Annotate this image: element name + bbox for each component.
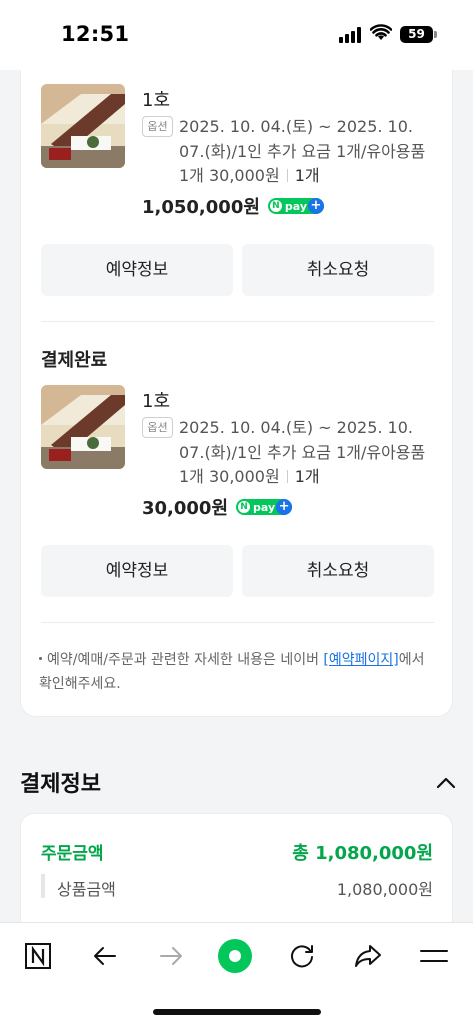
share-icon[interactable] — [350, 938, 386, 974]
room-photo-icon — [41, 385, 125, 469]
item-price: 30,000원 — [142, 498, 229, 519]
npay-label: pay — [253, 500, 276, 514]
payment-info-title: 결제정보 — [20, 772, 101, 797]
room-photo-icon — [41, 84, 125, 168]
price-row: 1,050,000원 N pay + — [142, 194, 324, 218]
bullet — [39, 657, 42, 660]
reservation-info-button[interactable]: 예약정보 — [41, 244, 233, 296]
refresh-icon[interactable] — [284, 938, 320, 974]
battery-cap — [434, 31, 437, 38]
notice-text-before: 예약/예매/주문과 관련한 자세한 내용은 네이버 — [47, 652, 324, 668]
chevron-up-icon[interactable] — [436, 776, 456, 790]
reservation-page-link[interactable]: [예약페이지] — [323, 652, 398, 668]
item-name: 1호 — [142, 391, 171, 412]
separator — [286, 470, 288, 483]
item-price: 1,050,000원 — [142, 197, 260, 218]
order-card: 1호 옵션 2025. 10. 04.(토) ~ 2025. 10. 07.(화… — [20, 70, 453, 717]
room-thumbnail[interactable] — [41, 385, 125, 469]
wifi-icon — [370, 24, 392, 40]
battery-indicator: 59 — [400, 26, 433, 43]
option-badge: 옵션 — [142, 116, 173, 137]
naver-home-icon[interactable] — [20, 938, 56, 974]
back-arrow-icon[interactable] — [87, 938, 123, 974]
npay-label: pay — [284, 199, 308, 213]
item-name: 1호 — [142, 90, 171, 111]
product-amount-value: 1,080,000원 — [336, 880, 433, 899]
option-text: 2025. 10. 04.(토) ~ 2025. 10. 07.(화)/1인 추… — [179, 416, 437, 490]
price-row: 30,000원 N pay + — [142, 495, 293, 519]
product-amount-label: 상품금액 — [57, 880, 116, 899]
plus-icon: + — [307, 198, 324, 214]
naver-n-icon: N — [269, 200, 282, 212]
green-dot-icon[interactable] — [217, 938, 253, 974]
option-badge: 옵션 — [142, 417, 173, 438]
option-quantity: 1개 — [294, 166, 320, 185]
reservation-notice: 예약/예매/주문과 관련한 자세한 내용은 네이버 [예약페이지]에서 확인해주… — [39, 648, 439, 696]
reservation-info-button[interactable]: 예약정보 — [41, 545, 233, 597]
separator — [286, 169, 288, 182]
home-indicator — [153, 1009, 321, 1015]
plus-icon: + — [276, 499, 293, 515]
status-bar: 12:51 59 — [0, 0, 473, 70]
option-quantity: 1개 — [294, 467, 320, 486]
divider — [41, 321, 434, 322]
order-amount-value: 총 1,080,000원 — [292, 843, 433, 864]
option-text: 2025. 10. 04.(토) ~ 2025. 10. 07.(화)/1인 추… — [179, 115, 437, 189]
payment-card: 주문금액 총 1,080,000원 상품금액 1,080,000원 — [20, 813, 453, 933]
sub-item-bar — [41, 874, 45, 898]
status-time: 12:51 — [61, 22, 130, 46]
cancel-request-button[interactable]: 취소요청 — [242, 545, 434, 597]
divider — [41, 622, 434, 623]
cancel-request-button[interactable]: 취소요청 — [242, 244, 434, 296]
npay-plus-badge: N pay + — [267, 198, 324, 214]
room-thumbnail[interactable] — [41, 84, 125, 168]
naver-n-icon: N — [238, 501, 251, 513]
menu-icon[interactable] — [416, 938, 452, 974]
cellular-signal-icon — [339, 27, 363, 43]
browser-toolbar — [0, 922, 473, 1024]
payment-status-label: 결제완료 — [41, 350, 108, 371]
npay-plus-badge: N pay + — [236, 499, 293, 515]
order-amount-label: 주문금액 — [41, 844, 104, 864]
forward-arrow-icon[interactable] — [153, 938, 189, 974]
